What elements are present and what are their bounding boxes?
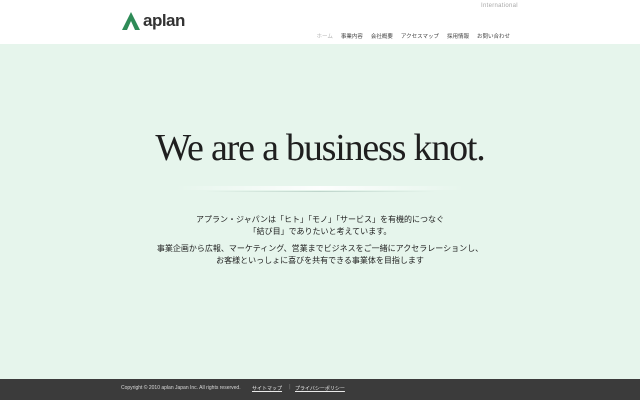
nav-item-contact[interactable]: お問い合わせ [477, 32, 510, 40]
intro-paragraph-1: アプラン・ジャパンは「ヒト」「モノ」「サービス」を有機的につなぐ 「結び目」であ… [0, 214, 640, 238]
privacy-policy-link[interactable]: プライバシーポリシー [295, 385, 345, 392]
sitemap-link[interactable]: サイトマップ [252, 385, 282, 392]
copyright-text: Copyright © 2010 aplan Japan Inc. All ri… [121, 385, 241, 391]
intro-paragraph-2: 事業企画から広報、マーケティング、営業までビジネスをご一緒にアクセラレーションし… [0, 243, 640, 267]
logo-mark-icon [122, 12, 140, 30]
hero-tagline: We are a business knot. [155, 127, 485, 169]
footer-separator: | [289, 384, 291, 390]
intro-line: アプラン・ジャパンは「ヒト」「モノ」「サービス」を有機的につなぐ [196, 215, 444, 224]
intro-line: 「結び目」でありたいと考えています。 [248, 227, 392, 236]
nav-item-home[interactable]: ホーム [317, 32, 333, 40]
intro-line: 事業企画から広報、マーケティング、営業までビジネスをご一緒にアクセラレーションし… [156, 244, 484, 253]
hero-section [0, 44, 640, 379]
tagline-underline-line [205, 191, 435, 192]
main-nav: ホーム 事業内容 会社概要 アクセスマップ 採用情報 お問い合わせ [317, 32, 510, 40]
nav-item-business[interactable]: 事業内容 [341, 32, 363, 40]
intro-line: お客様といっしょに喜びを共有できる事業体を目指します [216, 256, 424, 265]
nav-item-recruit[interactable]: 採用情報 [447, 32, 469, 40]
intro-text: アプラン・ジャパンは「ヒト」「モノ」「サービス」を有機的につなぐ 「結び目」であ… [0, 214, 640, 272]
tagline-underline [175, 186, 465, 190]
nav-item-access-map[interactable]: アクセスマップ [401, 32, 439, 40]
nav-item-company[interactable]: 会社概要 [371, 32, 393, 40]
logo-text: aplan [143, 11, 185, 30]
site-header: aplan International ホーム 事業内容 会社概要 アクセスマッ… [0, 0, 640, 44]
site-footer: Copyright © 2010 aplan Japan Inc. All ri… [0, 379, 640, 400]
international-link[interactable]: International [481, 3, 518, 9]
logo[interactable]: aplan [121, 10, 185, 32]
